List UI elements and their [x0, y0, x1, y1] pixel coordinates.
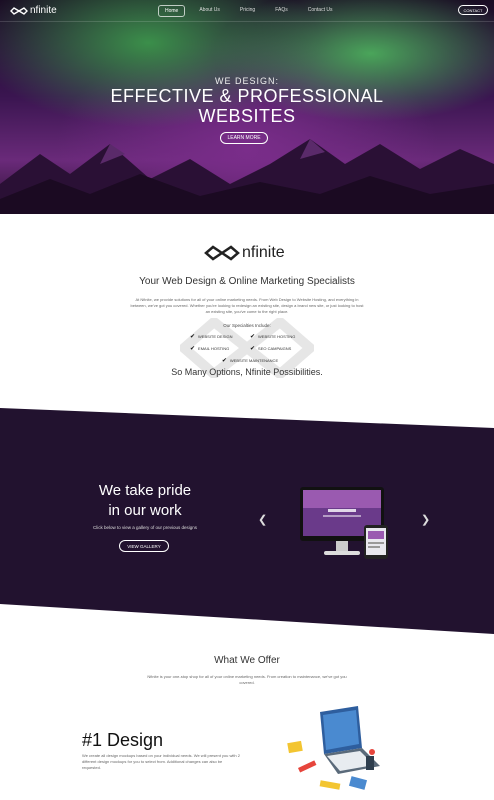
- intro-heading: Your Web Design & Online Marketing Speci…: [139, 276, 355, 287]
- top-navigation: nfinite Home About Us Pricing FAQs Conta…: [0, 0, 494, 22]
- hero-title: EFFECTIVE & PROFESSIONAL WEBSITES: [0, 86, 494, 126]
- checkmark-icon: ✔: [190, 346, 196, 352]
- specialty-item: ✔ WEBSITE HOSTING: [250, 334, 296, 340]
- checkmark-icon: ✔: [250, 334, 256, 340]
- specialties-list: ✔ WEBSITE DESIGN ✔ WEBSITE HOSTING ✔ EMAIL …: [190, 333, 310, 364]
- device-mockup-image: [300, 487, 388, 559]
- infinity-logo-icon: [10, 6, 28, 15]
- hero-section: nfinite Home About Us Pricing FAQs Conta…: [0, 0, 494, 214]
- specialty-item: ✔ WEBSITE MAINTENANCE: [221, 358, 279, 364]
- infinity-logo-icon: [204, 245, 240, 261]
- nav-links: Home About Us Pricing FAQs Contact Us: [158, 5, 346, 17]
- chevron-left-icon[interactable]: ❮: [258, 513, 267, 526]
- nav-home[interactable]: Home: [158, 5, 186, 17]
- hero-title-line2: WEBSITES: [198, 106, 296, 126]
- design-title: #1 Design: [82, 730, 164, 750]
- learn-more-button[interactable]: LEARN MORE: [220, 132, 268, 144]
- portfolio-title: We take pride in our work: [98, 482, 192, 519]
- specialties-title: Our Specialties Include:: [223, 323, 271, 328]
- nav-pricing[interactable]: Pricing: [234, 5, 261, 17]
- tagline: So Many Options, Nfinite Possibilities.: [171, 367, 323, 377]
- intro-body: At Nfinite, we provide solutions for all…: [130, 297, 364, 314]
- contact-button[interactable]: CONTACT: [458, 5, 488, 15]
- specialty-item: ✔ WEBSITE DESIGN: [190, 334, 233, 340]
- nav-about-us[interactable]: About Us: [193, 5, 226, 17]
- specialty-item: ✔ EMAIL HOSTING: [190, 346, 230, 352]
- hero-pre-title: WE DESIGN:: [214, 76, 279, 86]
- hero-title-line1: EFFECTIVE & PROFESSIONAL: [110, 86, 384, 106]
- intro-logo-text: nfinite: [242, 244, 285, 261]
- intro-logo: nfinite: [204, 244, 285, 262]
- logo-text: nfinite: [30, 5, 57, 16]
- portfolio-subtitle: Click below to view a gallery of our pre…: [92, 525, 198, 530]
- offer-body: Nfinite is your one-stop shop for all of…: [147, 674, 347, 685]
- checkmark-icon: ✔: [221, 358, 227, 364]
- view-gallery-button[interactable]: VIEW GALLERY: [119, 540, 169, 552]
- design-body: We create all design mockups based on yo…: [82, 753, 240, 770]
- portfolio-background: [0, 408, 494, 634]
- checkmark-icon: ✔: [250, 346, 256, 352]
- specialty-item: ✔ SEO CAMPAIGNS: [250, 346, 292, 352]
- nav-contact-us[interactable]: Contact Us: [302, 5, 339, 17]
- nav-faqs[interactable]: FAQs: [269, 5, 294, 17]
- site-logo[interactable]: nfinite: [10, 5, 57, 16]
- chevron-right-icon[interactable]: ❯: [421, 513, 430, 526]
- offer-title: What We Offer: [214, 655, 280, 666]
- laptop-illustration: [287, 706, 380, 790]
- checkmark-icon: ✔: [190, 334, 196, 340]
